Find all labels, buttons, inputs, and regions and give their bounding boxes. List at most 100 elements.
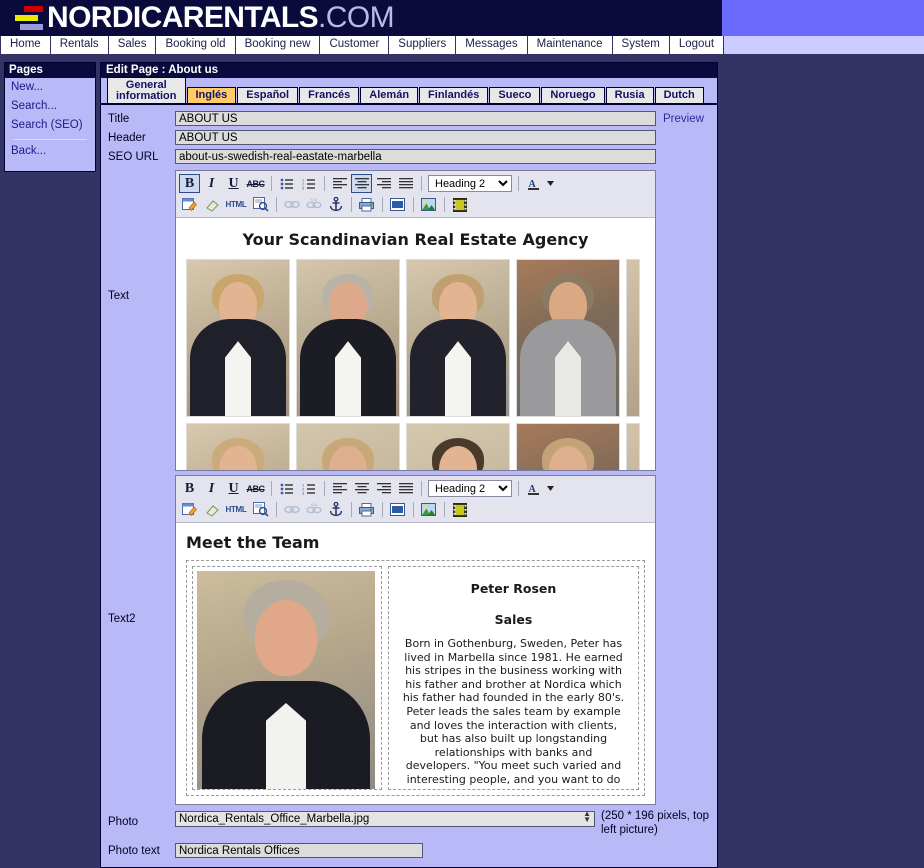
team-photo-thumb [516,423,620,470]
align-left-icon[interactable] [329,479,350,498]
bulleted-list-icon[interactable] [276,174,297,193]
tab-sueco[interactable]: Sueco [489,87,541,103]
tab-noruego[interactable]: Noruego [541,87,605,103]
numbered-list-icon[interactable]: 123 [298,479,319,498]
page-break-icon[interactable] [387,500,408,519]
align-right-icon[interactable] [373,174,394,193]
nav-item-maintenance[interactable]: Maintenance [527,36,613,54]
insert-link-icon[interactable] [281,500,302,519]
align-left-icon[interactable] [329,174,350,193]
tab-aleman[interactable]: Alemán [360,87,419,103]
nav-item-suppliers[interactable]: Suppliers [389,36,457,54]
team-member-name: Peter Rosen [470,581,557,596]
seo-url-input[interactable] [175,149,656,164]
anchor-icon[interactable] [325,195,346,214]
text-color-dropdown-icon[interactable] [545,174,555,193]
html-source-icon[interactable]: HTML [223,195,249,214]
eraser-icon[interactable] [201,500,222,519]
brand-main: NORDICARENTALS [47,1,319,34]
italic-icon[interactable]: I [201,479,222,498]
tab-dutch[interactable]: Dutch [654,87,704,103]
text2-label: Text2 [108,613,136,625]
tab-ingles[interactable]: Inglés [186,87,237,103]
tab-espanol[interactable]: Español [237,87,299,103]
nav-item-booking-old[interactable]: Booking old [156,36,236,54]
bold-icon[interactable]: B [179,479,200,498]
photo-select[interactable] [175,811,595,827]
insert-flash-icon[interactable] [449,500,470,519]
preview-magnifier-icon[interactable] [250,500,271,519]
team-photo-thumb [626,259,640,417]
nav-item-system[interactable]: System [612,36,670,54]
team-photo-thumb [186,259,290,417]
sidebar-item-search[interactable]: Search... [5,97,95,116]
nav-item-logout[interactable]: Logout [669,36,725,54]
align-center-icon[interactable] [351,479,372,498]
align-right-icon[interactable] [373,479,394,498]
justify-icon[interactable] [395,479,416,498]
preview-magnifier-icon[interactable] [250,195,271,214]
edit-table-icon[interactable] [179,500,200,519]
text-color-dropdown-icon[interactable] [545,479,555,498]
print-icon[interactable] [356,195,377,214]
nav-item-home[interactable]: Home [0,36,51,54]
text-color-icon[interactable]: A [523,479,544,498]
italic-icon[interactable]: I [201,174,222,193]
underline-icon[interactable]: U [223,479,244,498]
team-member-photo-cell [192,566,382,790]
bold-icon[interactable]: B [179,174,200,193]
tab-frances[interactable]: Francés [299,87,360,103]
page-break-icon[interactable] [387,195,408,214]
app-header: NORDICARENTALS.COM [0,0,924,36]
preview-link[interactable]: Preview [663,111,704,125]
toolbar-divider [421,176,422,191]
nav-item-booking-new[interactable]: Booking new [235,36,321,54]
header-input[interactable] [175,130,656,145]
align-center-icon[interactable] [351,174,372,193]
nav-item-rentals[interactable]: Rentals [50,36,109,54]
strikethrough-icon[interactable]: ABC [245,479,266,498]
format-select[interactable]: Heading 2 [428,480,512,497]
bulleted-list-icon[interactable] [276,479,297,498]
photo-text-input[interactable] [175,843,423,858]
insert-image-icon[interactable] [418,500,439,519]
underline-icon[interactable]: U [223,174,244,193]
tab-general-information[interactable]: General information [107,77,186,103]
unlink-icon[interactable] [303,500,324,519]
insert-link-icon[interactable] [281,195,302,214]
print-icon[interactable] [356,500,377,519]
language-tabs: General information Inglés Español Franc… [101,77,717,105]
justify-icon[interactable] [395,174,416,193]
insert-flash-icon[interactable] [449,195,470,214]
text-editor-content[interactable]: Your Scandinavian Real Estate Agency [176,218,655,470]
nav-item-customer[interactable]: Customer [320,36,390,54]
numbered-list-icon[interactable]: 123 [298,174,319,193]
unlink-icon[interactable] [303,195,324,214]
page-edit-form: Title Preview Header SEO URL Text B [101,105,717,858]
eraser-icon[interactable] [201,195,222,214]
strikethrough-icon[interactable]: ABC [245,174,266,193]
insert-image-icon[interactable] [418,195,439,214]
sidebar-item-new[interactable]: New... [5,78,95,97]
team-photo-thumb [516,259,620,417]
nav-item-messages[interactable]: Messages [456,36,528,54]
main-navigation: Home Rentals Sales Booking old Booking n… [0,36,924,56]
text-color-icon[interactable]: A [523,174,544,193]
html-source-icon[interactable]: HTML [223,500,249,519]
sidebar-item-search-seo[interactable]: Search (SEO) [5,116,95,135]
tab-rusia[interactable]: Rusia [605,87,654,103]
sidebar-item-back[interactable]: Back... [5,142,95,161]
header-accent-band [722,0,924,36]
text-rich-editor[interactable]: B I U ABC 123 Heading 2 A HTML Your Scan… [175,170,656,471]
pages-sidebar: Pages New... Search... Search (SEO) Back… [4,62,96,172]
title-input[interactable] [175,111,656,126]
anchor-icon[interactable] [325,500,346,519]
format-select[interactable]: Heading 2 [428,175,512,192]
text2-rich-editor[interactable]: B I U ABC 123 Heading 2 A HTML Meet the … [175,475,656,805]
edit-table-icon[interactable] [179,195,200,214]
nav-item-sales[interactable]: Sales [108,36,157,54]
form-row-title: Title Preview [101,111,717,126]
text2-editor-content[interactable]: Meet the Team Peter Rosen Sales Born in … [176,523,655,804]
brand-logo-text[interactable]: NORDICARENTALS.COM [47,1,395,35]
tab-finlandes[interactable]: Finlandés [419,87,489,103]
